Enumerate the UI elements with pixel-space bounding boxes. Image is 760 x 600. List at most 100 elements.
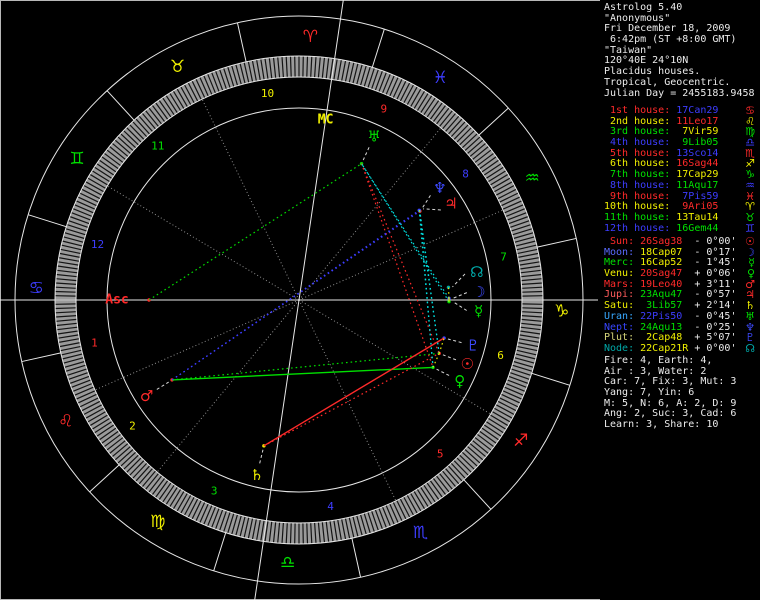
planet-label: Plut: [604, 332, 635, 344]
zodiac-scorpio-glyph: ♏ [413, 523, 428, 543]
planet-position-value: 20Sag47 [634, 268, 683, 280]
planet-velocity-offset: + 3°11' [682, 278, 737, 290]
house-cusp-value: 9Ari05 [670, 201, 719, 213]
planet-pointer-line [452, 292, 468, 299]
house-number: 1 [91, 337, 98, 350]
aspect-line-opposition [171, 210, 421, 381]
house-cusp-list: 1st house: 17Can29 ♋ 2nd house: 11Leo17 ♌ … [604, 105, 760, 234]
planet-velocity-offset: - 0°25' [682, 321, 737, 333]
planet-velocity-offset: + 0°00' [688, 342, 737, 354]
sign-boundary-line [371, 28, 385, 68]
planet-velocity-offset: - 1°45' [682, 257, 737, 269]
sign-boundary-line [21, 352, 61, 363]
planet-label: Node: [604, 342, 635, 354]
planet-position-value: 19Leo40 [634, 278, 683, 290]
planet-velocity-offset: - 0°57' [682, 289, 737, 301]
planet-velocity-offset: + 2°14' [682, 300, 737, 312]
house-cusp-value: 7Pis59 [670, 190, 719, 202]
planet-pointer-line [436, 368, 450, 376]
house-label: 11th house: [604, 211, 671, 223]
planet-row: Node: 22Cap21R + 0°00' ☊ [604, 341, 760, 355]
planet-pointer-line [421, 195, 431, 209]
house-number: 9 [381, 102, 388, 115]
house-cusp-value: 7Vir59 [670, 126, 719, 138]
planet-position-list: Sun: 26Sag38 - 0°00' ☉ Moon: 18Cap07 - 0°1… [604, 236, 760, 355]
planet-neptune-glyph: ♆ [433, 179, 446, 197]
planet-glyph-icon: ☊ [745, 341, 755, 355]
planet-position-value: 3Lib57 [634, 300, 683, 312]
house-cusp-line [201, 98, 300, 301]
planet-position-value: 22Pis50 [634, 310, 683, 322]
aspect-line-square [360, 163, 434, 368]
zodiac-taurus-glyph: ♉ [170, 57, 185, 77]
sign-boundary-line [537, 237, 577, 248]
sign-boundary-line [213, 532, 227, 572]
house-cusp-line [94, 299, 300, 391]
zodiac-mode-line: Tropical, Geocentric. [604, 76, 731, 88]
sign-boundary-line [478, 107, 509, 136]
house-cusp-value: 17Cap29 [670, 169, 719, 181]
house-number: 2 [129, 420, 136, 433]
astrolog-app-window: ♈ ♉ ♊ ♋ ♌ ♍ ♎ ♏ ♐ ♑ ♒ ♓ 1 2 3 4 5 6 7 8 9 10 11 12 Asc MC ☉ ☽ ☿ ♀ ♂ ♃ ♄ ♅… [0, 0, 760, 600]
house-label: 6th house: [604, 158, 671, 170]
house-label: 7th house: [604, 169, 671, 181]
planet-position-value: 26Sag38 [634, 236, 683, 247]
ascendant-label: Asc [105, 293, 128, 308]
house-cusp-value: 11Aqu17 [670, 179, 719, 191]
house-label: 9th house: [604, 190, 671, 202]
planet-label: Jupi: [604, 289, 635, 301]
house-label: 10th house: [604, 201, 671, 213]
planet-label: Moon: [604, 246, 635, 258]
sign-boundary-line [351, 538, 362, 578]
planet-pointer-line [362, 147, 370, 161]
house-number: 8 [462, 167, 469, 180]
house-cusp-value: 11Leo17 [670, 115, 719, 127]
aspect-line-trine [171, 352, 440, 381]
zodiac-gemini-glyph: ♊ [70, 149, 85, 169]
house-label: 2nd house: [604, 115, 671, 127]
sign-boundary-line [27, 214, 67, 228]
planet-label: Mars: [604, 278, 635, 290]
house-number: 5 [437, 448, 444, 461]
planet-pointer-line [452, 273, 466, 288]
aspect-line-conjunction [418, 209, 421, 212]
natal-chart-wheel: ♈♉♊♋♌♍♎♏♐♑♒♓123456789101112AscMC☉☽☿♀♂♃♄♅… [0, 0, 598, 600]
midheaven-label: MC [318, 112, 334, 127]
house-label: 3rd house: [604, 126, 671, 138]
info-sidebar: Astrolog 5.40 "Anonymous" Fri December 1… [600, 0, 760, 600]
house-cusp-value: 13Sco14 [670, 147, 719, 159]
zodiac-cancer-glyph: ♋ [29, 279, 44, 299]
planet-velocity-offset: + 0°06' [682, 268, 737, 280]
house-cusp-value: 16Gem44 [670, 222, 719, 234]
aspect-line-square [361, 163, 440, 354]
sign-boundary-line [531, 372, 571, 386]
planet-label: Nept: [604, 321, 635, 333]
planet-sun-glyph: ☉ [460, 355, 473, 373]
house-number: 3 [211, 485, 218, 498]
planet-jupiter-glyph: ♃ [444, 195, 457, 213]
element-statistics: Fire: 4, Earth: 4, Air : 3, Water: 2 Car… [604, 355, 760, 431]
zodiac-sagittarius-glyph: ♐ [513, 431, 528, 451]
house-cusp-value: 9Lib05 [670, 137, 719, 149]
planet-label: Uran: [604, 310, 635, 322]
planet-mars-glyph: ♂ [140, 387, 153, 405]
aspect-line-square [263, 352, 440, 447]
planet-velocity-offset: - 0°45' [682, 310, 737, 322]
house-number: 7 [500, 250, 507, 263]
planet-pointer-line [423, 208, 441, 211]
house-cusp-line [107, 185, 300, 301]
planet-moon-glyph: ☽ [472, 283, 485, 301]
house-number: 11 [151, 139, 164, 152]
house-label: 1st house: [604, 105, 671, 116]
planet-saturn-glyph: ♄ [250, 466, 263, 484]
zodiac-virgo-glyph: ♍ [150, 512, 165, 532]
planet-position-value: 16Cap52 [634, 257, 683, 269]
house-cusp-line [298, 299, 397, 502]
aspect-line-opposition [171, 209, 420, 381]
aspect-line-trine [172, 366, 434, 381]
house-number: 6 [497, 349, 504, 362]
house-number: 4 [327, 500, 334, 513]
planet-position-value: 18Cap07 [634, 246, 683, 258]
planet-pointer-line [259, 449, 264, 464]
planet-velocity-offset: - 0°17' [682, 246, 737, 258]
